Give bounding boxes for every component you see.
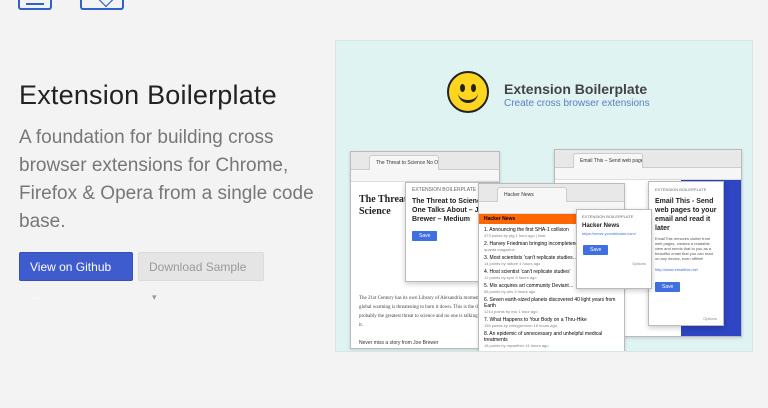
document-icon[interactable]: [18, 0, 52, 10]
download-sample-button[interactable]: Download Sample ▾: [138, 252, 264, 302]
browser-tab: The Threat to Science No One: [369, 155, 439, 170]
list-item: 7. What Happens to Your Body on a Thru-H…: [484, 317, 619, 329]
popup-url: http://www.emailthis.me/: [655, 267, 699, 272]
popup-save-button: Save: [583, 245, 609, 255]
view-on-github-label: View on Github →: [30, 260, 112, 303]
popup-options-link: Options: [632, 261, 646, 266]
article-body: The 21st Century has its own Library of …: [359, 296, 490, 328]
preview-subtitle: Create cross browser extensions: [504, 98, 650, 109]
extension-popup: EXTENSION BOILERPLATE Hacker News https:…: [576, 209, 652, 289]
smiley-logo-icon: [447, 71, 489, 113]
browser-tab: Email This – Send web pages: [573, 153, 643, 168]
popup-header: EXTENSION BOILERPLATE: [655, 187, 707, 192]
list-item-meta: 1214 points by mic 1 hour ago: [484, 309, 538, 314]
article-footer: Never miss a story from Joe Brewer: [359, 340, 439, 346]
list-item-title: 9. Amazon Argues Alexa Speech Protected …: [484, 351, 598, 352]
download-sample-label: Download Sample: [149, 260, 247, 274]
popup-save-button: Save: [412, 231, 438, 241]
page: Extension Boilerplate A foundation for b…: [0, 0, 768, 408]
browser-tab: Hacker News: [497, 187, 567, 202]
preview-title: Extension Boilerplate: [504, 81, 648, 97]
mail-icon[interactable]: [80, 0, 124, 10]
extension-popup: EXTENSION BOILERPLATE Email This - Send …: [648, 181, 724, 326]
popup-save-button: Save: [655, 282, 681, 292]
hero-description: A foundation for building cross browser …: [19, 127, 314, 232]
list-item-meta: 155 points by vinnyglennon 18 hours ago: [484, 323, 557, 328]
list-item-title: 8. An epidemic of unnecessary and unhelp…: [484, 331, 603, 343]
popup-header: EXTENSION BOILERPLATE: [582, 214, 634, 219]
list-item: 9. Amazon Argues Alexa Speech Protected …: [484, 351, 619, 352]
preview-image: Extension Boilerplate Create cross brows…: [335, 40, 753, 352]
list-item-title: 6. Seven earth-sized planets discovered …: [484, 297, 616, 309]
popup-description: EmailThis removes clutter from web pages…: [655, 236, 713, 261]
list-item-meta: 58 points by ahs 3 hours ago: [484, 289, 536, 294]
list-item: 8. An epidemic of unnecessary and unhelp…: [484, 331, 619, 349]
list-item: 6. Seven earth-sized planets discovered …: [484, 297, 619, 315]
hero-title: Extension Boilerplate: [19, 80, 277, 110]
view-on-github-button[interactable]: View on Github →: [19, 252, 133, 303]
popup-options-link: Options: [703, 316, 717, 321]
popup-url: https://news.ycombinator.com/: [582, 231, 636, 236]
popup-title: Email This - Send web pages to your emai…: [655, 198, 717, 232]
top-icons: [18, 0, 124, 10]
chevron-down-icon: ▾: [152, 292, 157, 302]
list-item-meta: 18 points by mpweiher 14 hours ago: [484, 343, 549, 348]
